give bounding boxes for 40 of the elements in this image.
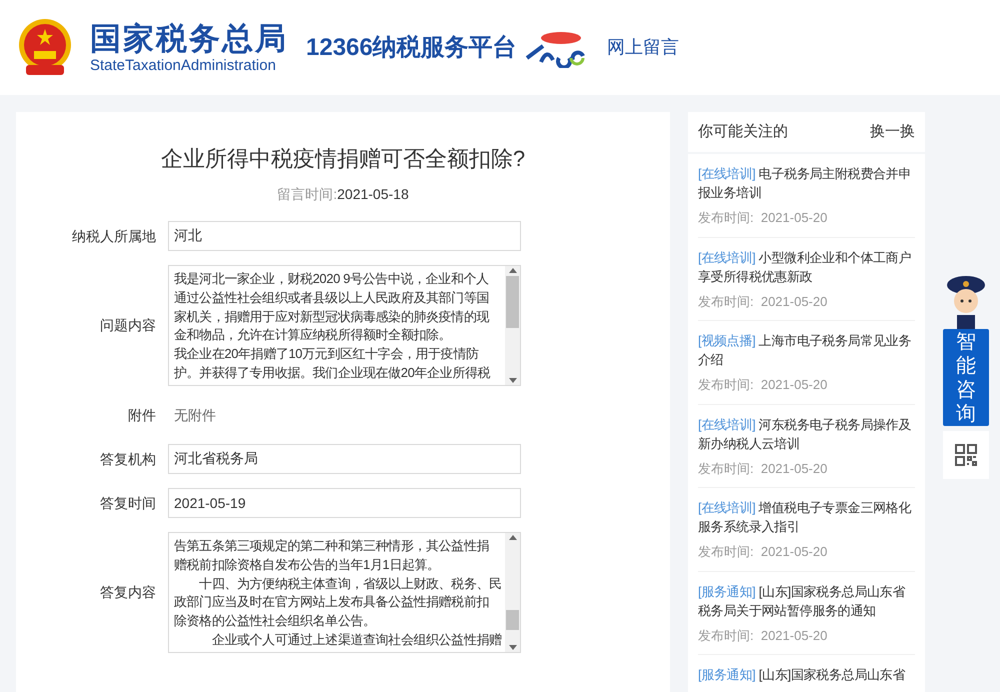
news-link[interactable]: [在线培训] 电子税务局主附税费合并申报业务培训 bbox=[698, 164, 915, 202]
attachment-value: 无附件 bbox=[173, 406, 216, 425]
scrollbar[interactable] bbox=[505, 533, 520, 652]
refresh-link[interactable]: 换一换 bbox=[870, 120, 915, 144]
publish-date: 发布时间: 2021-05-20 bbox=[698, 543, 828, 561]
text-area[interactable]: 我是河北一家企业，财税2020 9号公告中说，企业和个人 通过公益性社会组织或者县级以上人民政府及其部门等国 家机关，捐赠用于应对新型冠状病毒感染的肺炎疫情的现 金和物品，允许在计算应纳税所得额时全额扣除。 我企业在20年捐赠了10万元到区红十字会，用于疫情防 护。并获得了专用收据。我们企业现在做20年企业所得税 bbox=[168, 265, 521, 386]
publish-date: 发布时间: 2021-05-20 bbox=[698, 376, 828, 394]
field-label: 答复时间 bbox=[99, 494, 157, 512]
text-area[interactable]: 告第五条第三项规定的第二种和第三种情形，其公益性捐 赠税前扣除资格自发布公告的当年1月1日起算。 十四、为方便纳税主体查询，省级以上财政、税务、民 政部门应当及时在官方网站上发布具备公益性捐赠税前扣 除资格的公益性社会组织名单公告。 企业或个人可通过上述渠道查询社会组织公益性捐赠 bbox=[168, 532, 521, 653]
field-label: 纳税人所属地 bbox=[71, 226, 157, 246]
message-title: 企业所得中税疫情捐赠可否全额扣除? bbox=[160, 145, 526, 173]
sidebar-title: 你可能关注的 bbox=[698, 122, 788, 142]
news-link[interactable]: [在线培训] 小型微利企业和个体工商户享受所得税优惠新政 bbox=[698, 248, 915, 286]
publish-date: 发布时间: 2021-05-20 bbox=[698, 460, 828, 478]
nav-link[interactable]: 网上留言 bbox=[606, 34, 679, 61]
text-field[interactable]: 河北省税务局 bbox=[168, 444, 521, 474]
field-label: 问题内容 bbox=[99, 316, 157, 335]
scrollbar[interactable] bbox=[505, 266, 520, 385]
publish-date: 发布时间: 2021-05-20 bbox=[698, 209, 828, 227]
text-field[interactable]: 河北 bbox=[168, 221, 521, 251]
news-link[interactable]: [视频点播] 上海市电子税务局常见业务介绍 bbox=[698, 331, 915, 369]
agency-name-english: StateTaxationAdministration bbox=[90, 56, 277, 74]
agency-name: 国家税务总局 bbox=[90, 20, 288, 56]
news-link[interactable]: [在线培训] 增值税电子专票金三网格化服务系统录入指引 bbox=[698, 498, 915, 536]
news-link[interactable]: [服务通知] [山东]国家税务总局山东省 bbox=[698, 665, 915, 684]
assistant-avatar-icon bbox=[945, 275, 987, 329]
news-link[interactable]: [在线培训] 河东税务电子税务局操作及新办纳税人云培训 bbox=[698, 414, 915, 452]
text-field[interactable]: 2021-05-19 bbox=[168, 488, 521, 518]
message-time: 2021-05-18 bbox=[337, 186, 409, 202]
publish-date: 发布时间: 2021-05-20 bbox=[698, 292, 828, 310]
field-label: 答复机构 bbox=[99, 450, 157, 468]
qr-code-icon bbox=[955, 444, 977, 466]
publish-date: 发布时间: 2021-05-20 bbox=[698, 626, 828, 644]
time-label: 留言时间: bbox=[277, 186, 338, 202]
qr-code-button[interactable] bbox=[943, 431, 989, 479]
smart-consult-button[interactable]: 智能咨询 bbox=[943, 329, 989, 426]
field-label: 答复内容 bbox=[99, 583, 157, 602]
news-link[interactable]: [服务通知] [山东]国家税务总局山东省税务局关于网站暂停服务的通知 bbox=[698, 582, 915, 620]
platform-name: 12366纳税服务平台 bbox=[306, 32, 517, 62]
field-label: 附件 bbox=[127, 406, 157, 424]
